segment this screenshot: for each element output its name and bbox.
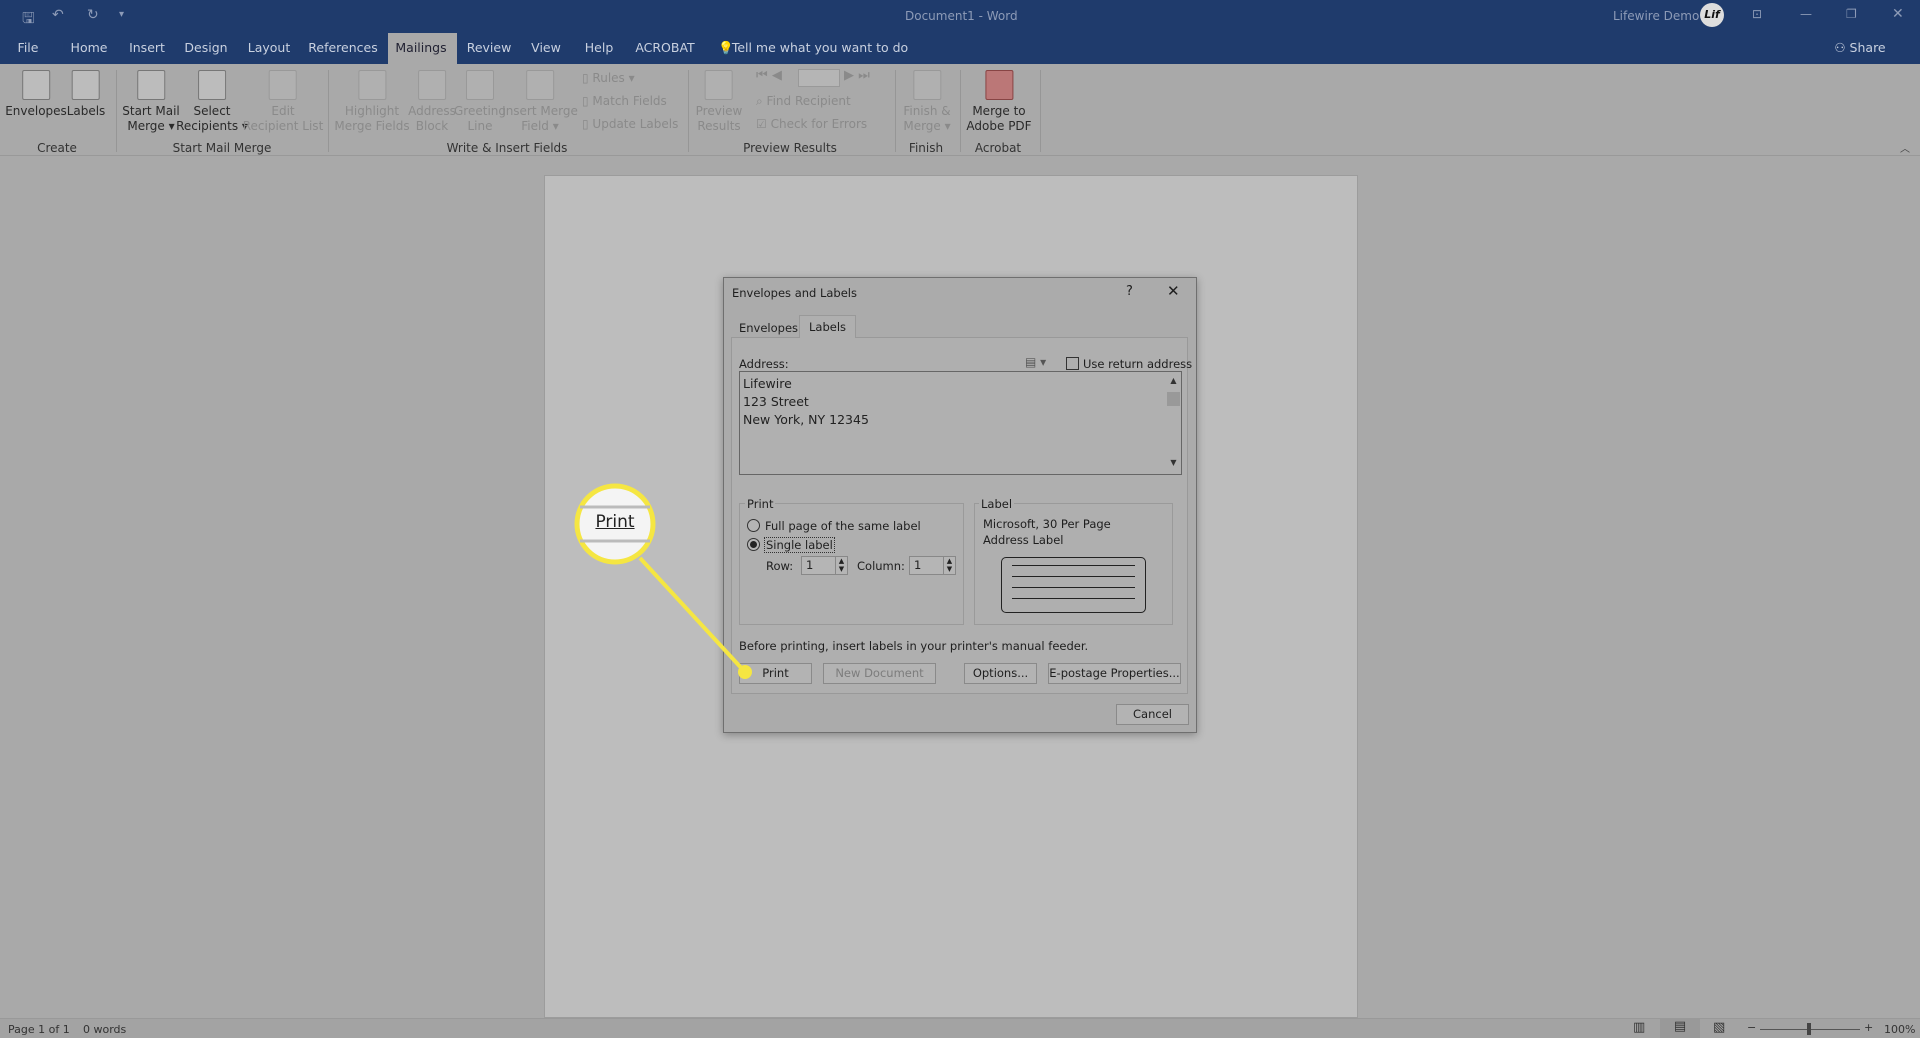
web-layout-icon[interactable]: ▧: [1713, 1020, 1725, 1035]
print-layout-icon[interactable]: ▤: [1660, 1019, 1700, 1038]
callout-overlay: [574, 483, 752, 679]
zoom-out-icon[interactable]: −: [1747, 1021, 1756, 1034]
zoom-slider-thumb[interactable]: [1807, 1023, 1811, 1035]
zoom-level[interactable]: 100%: [1884, 1023, 1915, 1036]
word-count[interactable]: 0 words: [83, 1023, 126, 1036]
read-mode-icon[interactable]: ▥: [1633, 1020, 1645, 1035]
zoom-in-icon[interactable]: +: [1864, 1021, 1873, 1034]
callout-dot: [738, 665, 752, 679]
callout-text: Print: [595, 512, 635, 532]
callout-line: [638, 556, 747, 674]
page-count[interactable]: Page 1 of 1: [8, 1023, 70, 1036]
status-bar: Page 1 of 1 0 words ▥ ▤ ▧ − + 100%: [0, 1018, 1920, 1038]
